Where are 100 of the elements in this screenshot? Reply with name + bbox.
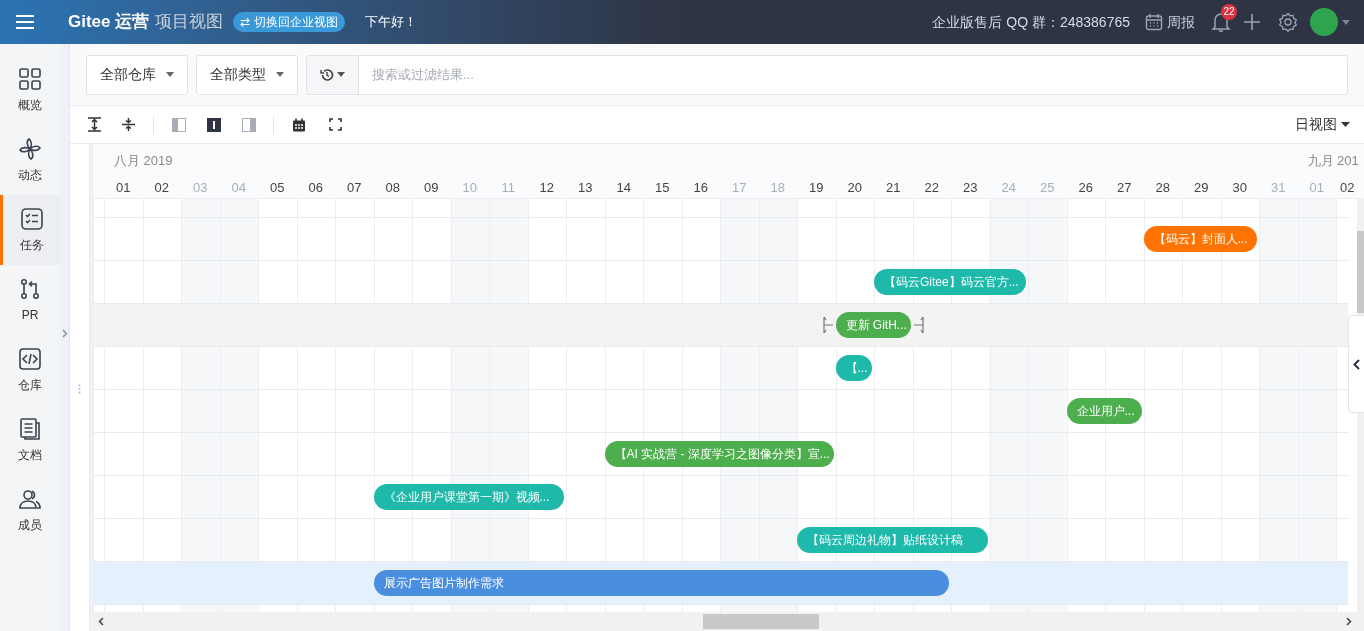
- caret-icon: [166, 72, 174, 77]
- day-label: 27: [1116, 179, 1133, 197]
- task-bar[interactable]: 展示广告图片制作需求: [373, 570, 949, 596]
- document-icon: [18, 416, 42, 441]
- day-label: 02: [153, 179, 170, 197]
- collapse-all-icon[interactable]: [121, 117, 136, 132]
- gantt-row[interactable]: 《企业用户课堂第一期》视频...: [93, 475, 1348, 518]
- day-label: 28: [1154, 179, 1171, 197]
- day-label: 09: [423, 179, 440, 197]
- caret-icon: [276, 72, 284, 77]
- code-icon: [18, 346, 42, 371]
- switch-view-button[interactable]: ⇄ 切换回企业视图: [233, 12, 345, 32]
- day-label: 25: [1039, 179, 1056, 197]
- day-label: 20: [846, 179, 863, 197]
- day-label: 21: [885, 179, 902, 197]
- fullscreen-icon[interactable]: [329, 118, 342, 131]
- day-label: 07: [346, 179, 363, 197]
- day-label: 30: [1231, 179, 1248, 197]
- day-label: 24: [1000, 179, 1017, 197]
- day-label: 16: [692, 179, 709, 197]
- scroll-left-icon[interactable]: [98, 617, 104, 626]
- sidebar-item[interactable]: PR: [0, 265, 60, 335]
- sidebar-item[interactable]: 动态: [0, 125, 60, 195]
- day-label: 15: [654, 179, 671, 197]
- day-label: 31: [1270, 179, 1287, 197]
- day-label: 08: [384, 179, 401, 197]
- center-panel-icon[interactable]: [207, 117, 221, 132]
- sidebar-item[interactable]: 成员: [0, 475, 60, 545]
- grid-icon: [18, 66, 42, 91]
- left-panel-icon[interactable]: [172, 117, 186, 132]
- task-bar[interactable]: 【AI 实战营 - 深度学习之图像分类】宣...: [604, 441, 834, 467]
- history-dropdown[interactable]: [306, 54, 359, 95]
- day-label: 29: [1193, 179, 1210, 197]
- pull-request-icon: [18, 276, 42, 301]
- scrollbar-thumb[interactable]: [1357, 231, 1364, 313]
- app-title: Gitee 运营: [68, 11, 150, 34]
- day-label: 02: [1339, 179, 1355, 197]
- gantt-row[interactable]: 展示广告图片制作需求: [93, 561, 1348, 604]
- day-label: 01: [1308, 179, 1325, 197]
- calendar-icon: [1145, 13, 1163, 31]
- day-label: 18: [769, 179, 786, 197]
- day-label: 17: [731, 179, 748, 197]
- day-label: 23: [962, 179, 979, 197]
- repository-dropdown[interactable]: 全部仓库: [86, 54, 188, 95]
- expand-all-icon[interactable]: [87, 117, 102, 132]
- notification-badge: 22: [1221, 4, 1237, 20]
- day-label: 06: [307, 179, 324, 197]
- sidebar-item[interactable]: 文档: [0, 405, 60, 475]
- weekly-report-link[interactable]: 周报: [1145, 11, 1195, 33]
- task-bar[interactable]: 《企业用户课堂第一期》视频...: [373, 484, 564, 510]
- resize-handle-icon[interactable]: [912, 316, 925, 334]
- calendar-icon[interactable]: [292, 117, 306, 132]
- caret-icon[interactable]: [1342, 19, 1350, 25]
- resize-handle-icon[interactable]: [821, 316, 834, 334]
- task-bar[interactable]: 【码云】封面人...: [1143, 226, 1257, 252]
- day-label: 22: [923, 179, 940, 197]
- day-label: 05: [269, 179, 286, 197]
- day-label: 13: [577, 179, 594, 197]
- gantt-row[interactable]: 【...: [93, 346, 1348, 389]
- gantt-row[interactable]: 【码云】封面人...: [93, 217, 1348, 260]
- gantt-row[interactable]: 企业用户...: [93, 389, 1348, 432]
- sidebar-item[interactable]: 仓库: [0, 335, 60, 405]
- plus-icon[interactable]: [1243, 13, 1261, 31]
- settings-icon[interactable]: [1278, 12, 1298, 32]
- scroll-right-icon[interactable]: [1346, 617, 1352, 626]
- expand-chevron-icon[interactable]: [61, 329, 68, 338]
- task-bar[interactable]: 【码云Gitee】码云官方...: [874, 269, 1026, 295]
- side-panel-toggle[interactable]: [1348, 315, 1364, 413]
- scrollbar-thumb[interactable]: [703, 614, 819, 629]
- drag-handle-icon[interactable]: [78, 384, 81, 394]
- sidebar-item[interactable]: 任务: [0, 195, 60, 265]
- day-label: 12: [538, 179, 555, 197]
- chevron-left-icon: [1353, 358, 1360, 370]
- view-title: 项目视图: [155, 11, 224, 34]
- day-label: 14: [615, 179, 632, 197]
- search-field[interactable]: 搜索或过滤结果...: [359, 54, 1348, 95]
- checklist-icon: [19, 206, 44, 231]
- caret-icon: [337, 72, 345, 77]
- month-label: 八月 2019: [114, 152, 173, 170]
- day-label: 10: [461, 179, 478, 197]
- pinwheel-icon: [18, 136, 42, 161]
- day-label: 11: [500, 179, 516, 197]
- view-mode-dropdown[interactable]: 日视图: [1295, 114, 1350, 135]
- right-panel-icon[interactable]: [242, 117, 256, 132]
- type-dropdown[interactable]: 全部类型: [196, 54, 298, 95]
- task-bar[interactable]: 【码云周边礼物】贴纸设计稿: [797, 527, 988, 553]
- task-bar[interactable]: 更新 GitH...: [835, 312, 911, 338]
- day-label: 01: [115, 179, 132, 197]
- user-avatar[interactable]: [1310, 8, 1338, 36]
- gantt-row[interactable]: 更新 GitH...: [93, 303, 1348, 346]
- caret-icon: [1341, 122, 1350, 127]
- day-label: 26: [1077, 179, 1094, 197]
- support-group-text: 企业版售后 QQ 群：248386765: [932, 12, 1130, 32]
- task-bar[interactable]: 【...: [835, 355, 872, 381]
- day-label: 03: [192, 179, 209, 197]
- task-bar[interactable]: 企业用户...: [1066, 398, 1142, 424]
- month-label: 九月 201: [1307, 152, 1359, 170]
- greeting: 下午好！: [364, 13, 417, 32]
- gantt-row[interactable]: 【AI 实战营 - 深度学习之图像分类】宣...: [93, 432, 1348, 475]
- sidebar-item[interactable]: 概览: [0, 55, 60, 125]
